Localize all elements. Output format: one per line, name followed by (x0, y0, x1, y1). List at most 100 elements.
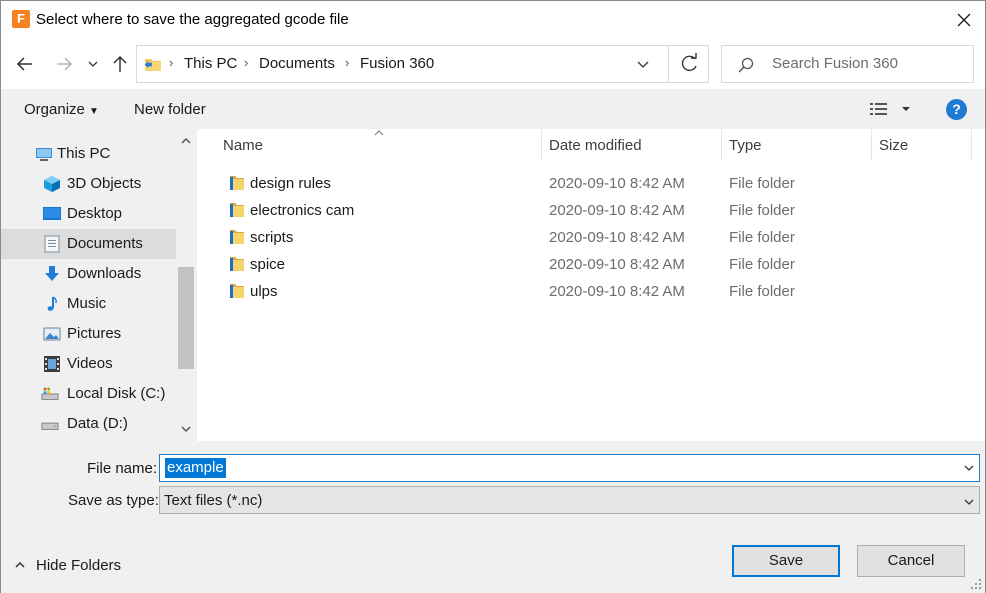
breadcrumb-separator: › (244, 55, 249, 70)
organize-button[interactable]: Organize ▼ (24, 101, 99, 118)
file-name: spice (250, 256, 286, 273)
nav-item-label: Data (D:) (67, 415, 128, 432)
title-bar: F Select where to save the aggregated gc… (1, 1, 985, 39)
search-placeholder: Search Fusion 360 (772, 55, 898, 72)
documents-icon (44, 235, 60, 253)
file-row[interactable]: electronics cam 2020-09-10 8:42 AM File … (219, 197, 979, 224)
nav-item-videos[interactable]: Videos (1, 349, 176, 379)
back-button[interactable] (13, 52, 37, 76)
column-divider[interactable] (541, 129, 542, 160)
address-dropdown-icon[interactable] (635, 56, 651, 72)
nav-item-label: Documents (67, 235, 143, 252)
music-icon (47, 296, 57, 311)
column-divider[interactable] (871, 129, 872, 160)
videos-icon (44, 356, 60, 372)
folder-icon (230, 230, 244, 244)
file-row[interactable]: spice 2020-09-10 8:42 AM File folder (219, 251, 979, 278)
save-dialog: F Select where to save the aggregated gc… (0, 0, 986, 593)
breadcrumb-this-pc[interactable]: This PC (184, 55, 237, 72)
resize-grip-icon[interactable] (969, 577, 983, 591)
nav-item-label: Local Disk (C:) (67, 385, 166, 402)
up-button[interactable] (108, 52, 132, 76)
nav-pane-scrollbar[interactable] (176, 129, 196, 441)
column-divider[interactable] (721, 129, 722, 160)
nav-item-documents[interactable]: Documents (1, 229, 176, 259)
column-header-name[interactable]: Name (223, 137, 263, 154)
file-date: 2020-09-10 8:42 AM (549, 229, 685, 246)
navigation-pane: This PC 3D Objects Desktop Documents Dow… (1, 129, 197, 441)
details-view-icon (870, 103, 910, 115)
file-name: scripts (250, 229, 294, 246)
save-button[interactable]: Save (732, 545, 840, 577)
refresh-button[interactable] (668, 46, 709, 82)
chevron-down-icon[interactable] (963, 462, 975, 474)
cancel-button[interactable]: Cancel (857, 545, 965, 577)
breadcrumb-separator: › (345, 55, 350, 70)
address-bar[interactable]: › This PC › Documents › Fusion 360 (136, 45, 709, 83)
file-date: 2020-09-10 8:42 AM (549, 202, 685, 219)
chevron-down-icon (88, 61, 98, 67)
nav-item-local-disk[interactable]: Local Disk (C:) (1, 379, 176, 409)
nav-item-this-pc[interactable]: This PC (1, 139, 176, 169)
file-name-value: example (165, 458, 226, 478)
nav-item-downloads[interactable]: Downloads (1, 259, 176, 289)
drive-icon (41, 422, 59, 430)
hide-folders-button[interactable]: Hide Folders (36, 557, 121, 574)
search-input[interactable]: Search Fusion 360 (721, 45, 974, 83)
file-name: electronics cam (250, 202, 355, 219)
chevron-up-icon[interactable] (13, 557, 27, 573)
scroll-up-icon[interactable] (180, 135, 192, 147)
new-folder-button[interactable]: New folder (134, 101, 206, 118)
breadcrumb-fusion-360[interactable]: Fusion 360 (360, 55, 434, 72)
column-header-type[interactable]: Type (729, 137, 762, 154)
file-date: 2020-09-10 8:42 AM (549, 256, 685, 273)
file-type: File folder (729, 229, 795, 246)
nav-item-label: Music (67, 295, 107, 312)
command-bar: Organize ▼ New folder ? (1, 89, 985, 129)
change-view-button[interactable] (869, 101, 913, 123)
help-button[interactable]: ? (946, 99, 967, 120)
organize-dropdown-icon: ▼ (89, 106, 99, 117)
sort-ascending-icon (374, 130, 384, 136)
recent-locations-button[interactable] (83, 52, 103, 76)
column-divider[interactable] (971, 129, 972, 160)
column-header-date-modified[interactable]: Date modified (549, 137, 642, 154)
nav-item-data-d[interactable]: Data (D:) (1, 409, 176, 439)
breadcrumb-separator: › (169, 55, 174, 70)
folder-icon (144, 59, 161, 71)
folder-icon (230, 257, 244, 271)
forward-button[interactable] (52, 52, 76, 76)
file-row[interactable]: ulps 2020-09-10 8:42 AM File folder (219, 278, 979, 305)
folder-icon (230, 203, 244, 217)
save-as-type-value: Text files (*.nc) (164, 492, 263, 509)
chevron-down-icon (964, 499, 974, 505)
scroll-down-icon[interactable] (180, 423, 192, 435)
file-date: 2020-09-10 8:42 AM (549, 175, 685, 192)
nav-item-music[interactable]: Music (1, 289, 176, 319)
computer-icon (36, 148, 52, 161)
local-disk-icon (41, 387, 59, 400)
dialog-title: Select where to save the aggregated gcod… (36, 11, 349, 28)
breadcrumb-documents[interactable]: Documents (259, 55, 335, 72)
nav-item-label: This PC (57, 145, 111, 162)
file-name-label: File name: (87, 460, 158, 477)
nav-item-desktop[interactable]: Desktop (1, 199, 176, 229)
folder-icon (230, 176, 244, 190)
file-name-input[interactable]: example (159, 454, 980, 482)
column-header-size[interactable]: Size (879, 137, 908, 154)
3d-objects-icon (44, 176, 60, 192)
navigation-bar: › This PC › Documents › Fusion 360 Searc… (1, 39, 985, 89)
file-row[interactable]: design rules 2020-09-10 8:42 AM File fol… (219, 170, 979, 197)
file-row[interactable]: scripts 2020-09-10 8:42 AM File folder (219, 224, 979, 251)
save-as-type-select[interactable]: Text files (*.nc) (159, 486, 980, 514)
close-button[interactable] (949, 7, 979, 33)
nav-item-label: 3D Objects (67, 175, 142, 192)
nav-item-label: Desktop (67, 205, 123, 222)
up-arrow-icon (113, 55, 127, 72)
file-type: File folder (729, 283, 795, 300)
scroll-thumb[interactable] (178, 267, 194, 369)
save-as-type-label: Save as type: (68, 492, 159, 509)
nav-item-3d-objects[interactable]: 3D Objects (1, 169, 176, 199)
save-panel: File name: example Save as type: Text fi… (1, 441, 985, 593)
nav-item-pictures[interactable]: Pictures (1, 319, 176, 349)
